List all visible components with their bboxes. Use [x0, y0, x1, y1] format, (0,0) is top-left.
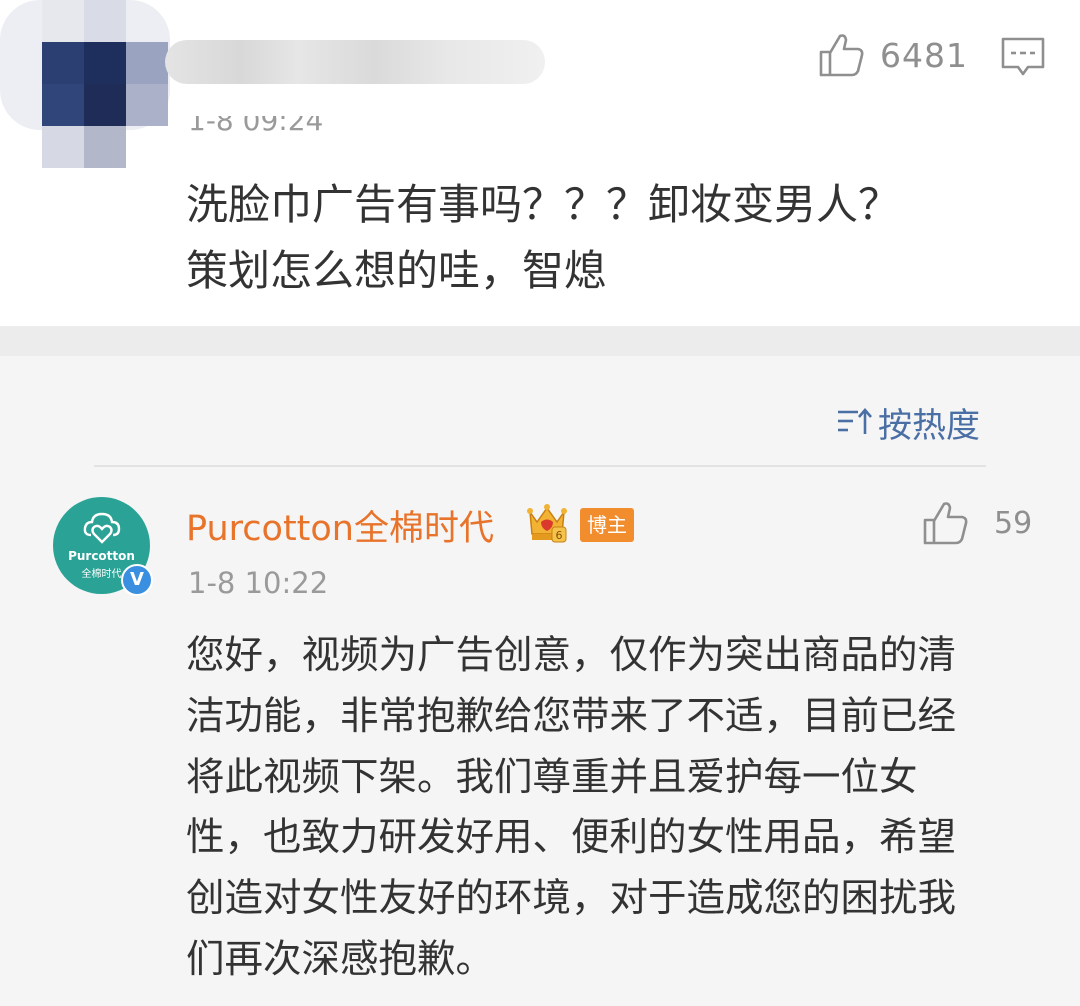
sort-label: 按热度 [878, 405, 980, 446]
top-comment-card: 1-8 09:24 6481 洗脸巾广告有事吗？？？卸妆变男人？ 策划怎么想的哇… [0, 0, 1080, 326]
divider [94, 465, 986, 467]
reply-text-line: 将此视频下架。我们尊重并且爱护每一位女 [186, 754, 918, 800]
purcotton-logo-icon [83, 512, 121, 544]
like-count: 6481 [880, 35, 968, 75]
comment-text: 洗脸巾广告有事吗？？？卸妆变男人？ 策划怎么想的哇，智熄 [186, 172, 1056, 304]
sort-icon [838, 408, 872, 434]
section-divider [0, 326, 1080, 356]
comment-icon[interactable] [1000, 36, 1046, 78]
like-button[interactable]: 6481 [818, 30, 968, 80]
brand-name-en: Purcotton [68, 549, 135, 563]
svg-text:6: 6 [556, 529, 563, 542]
verified-badge-icon: V [121, 564, 153, 596]
reply-text: 您好，视频为广告创意，仅作为突出商品的清 洁功能，非常抱歉给您带来了不适，目前已… [186, 626, 1056, 991]
crown-badge-icon: 6 [527, 504, 567, 543]
reply-text-line: 洁功能，非常抱歉给您带来了不适，目前已经 [186, 693, 957, 739]
blurred-username[interactable] [165, 40, 545, 84]
author-name[interactable]: Purcotton全棉时代 [186, 500, 494, 551]
reply-date: 1-8 10:22 [188, 566, 329, 600]
thumbs-up-icon [923, 502, 968, 545]
comment-text-line: 洗脸巾广告有事吗？？？卸妆变男人？ [186, 180, 901, 229]
like-button[interactable]: 59 [922, 498, 1032, 548]
comment-date: 1-8 09:24 [188, 104, 324, 137]
like-count: 59 [994, 505, 1033, 541]
comment-text-line: 策划怎么想的哇，智熄 [186, 246, 607, 295]
blurred-avatar[interactable] [0, 0, 200, 170]
sort-by-hot-button[interactable]: 按热度 [836, 398, 980, 446]
reply-text-line: 创造对女性友好的环境，对于造成您的困扰我 [186, 876, 957, 922]
reply-text-line: 性，也致力研发好用、便利的女性用品，希望 [186, 815, 957, 861]
thumbs-up-icon [819, 34, 864, 77]
reply-text-line: 您好，视频为广告创意，仅作为突出商品的清 [186, 633, 957, 678]
blogger-badge: 博主 [580, 508, 634, 542]
reply-text-line: 们再次深感抱歉。 [186, 936, 495, 982]
